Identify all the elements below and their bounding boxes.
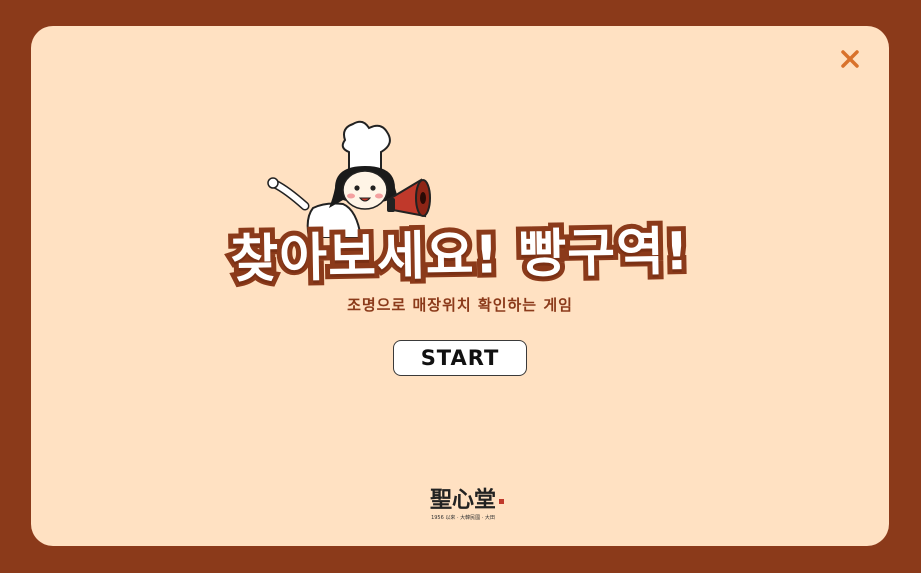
brand-logo-subtext: 1956 以來 · 大韓民國 · 大田 [431, 514, 495, 521]
game-intro-card: 찾아보세요! 빵구역! 조명으로 매장위치 확인하는 게임 START 聖心堂 … [31, 26, 889, 546]
sungsimdang-logo: 聖心堂 1956 以來 · 大韓民國 · 大田 [430, 487, 504, 521]
game-title: 찾아보세요! 빵구역! [225, 217, 695, 295]
chef-mascot-illustration [267, 120, 431, 238]
start-button[interactable]: START [393, 340, 527, 376]
close-icon [841, 50, 859, 68]
close-button[interactable] [837, 46, 863, 72]
game-subtitle: 조명으로 매장위치 확인하는 게임 [347, 296, 573, 314]
brand-logo-text: 聖心堂 [430, 487, 496, 513]
